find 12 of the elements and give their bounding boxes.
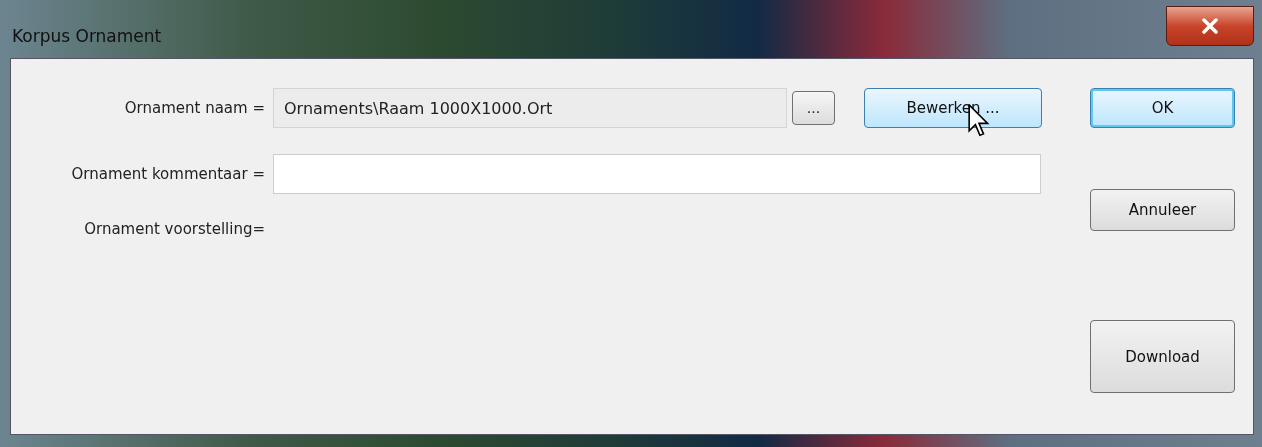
dialog-button[interactable]: OK — [1090, 88, 1235, 128]
field-label: Ornament naam = — [123, 99, 266, 117]
comment-field[interactable] — [273, 154, 1041, 194]
preview-label: Ornament voorstelling= — [83, 220, 266, 238]
browse-button[interactable]: ... — [792, 91, 835, 125]
name-field[interactable]: Ornaments\Raam 1000X1000.Ort — [273, 88, 787, 128]
dialog-button[interactable]: Download — [1090, 320, 1235, 393]
window-title: Korpus Ornament — [12, 25, 162, 46]
close-icon — [1201, 18, 1219, 34]
field-label: Ornament kommentaar = — [70, 165, 266, 183]
dialog-button[interactable]: Annuleer — [1090, 189, 1235, 231]
close-button[interactable] — [1166, 6, 1254, 46]
